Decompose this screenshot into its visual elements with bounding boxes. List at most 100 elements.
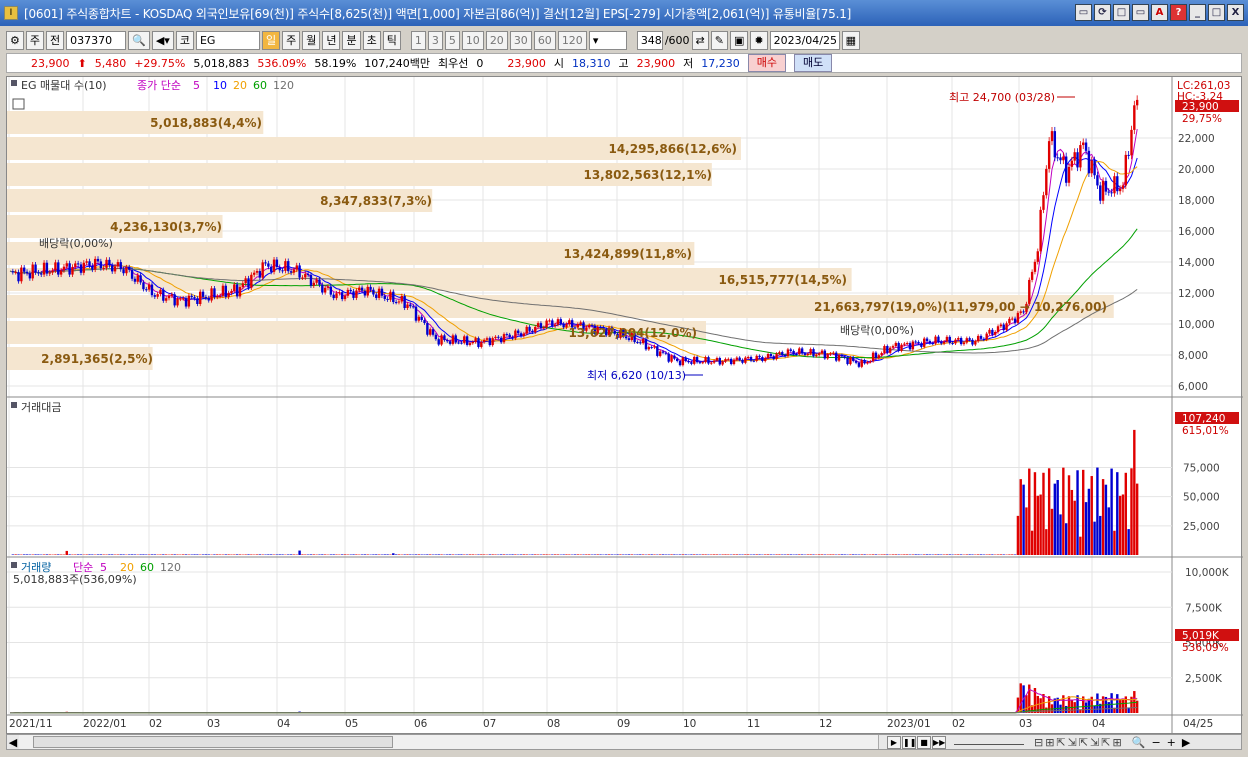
amount-bar	[712, 554, 716, 555]
amount-bar	[204, 554, 208, 555]
candle-body	[170, 294, 174, 296]
amount-bar	[829, 554, 832, 555]
date-input[interactable]: 2023/04/25	[769, 30, 840, 50]
link-icon[interactable]: ▭	[1075, 4, 1092, 21]
minute-120[interactable]: 120	[557, 30, 587, 50]
scroll-right-icon[interactable]: ▶	[1182, 736, 1190, 749]
chart-type-icon[interactable]: ⇄	[691, 30, 709, 50]
font-icon[interactable]: A	[1151, 4, 1168, 21]
candle-body	[931, 343, 934, 345]
candle-body	[93, 258, 97, 270]
candle-body	[769, 354, 773, 357]
candle-body	[111, 265, 114, 272]
help-icon[interactable]: ?	[1170, 4, 1187, 21]
play-icon[interactable]: ▶	[887, 735, 901, 749]
bar-count-input[interactable]: 348	[636, 30, 663, 50]
chart-canvas[interactable]: 22,000 20,000 18,000 16,000 14,000 12,000 10,0…	[7, 77, 1243, 735]
line-tool-icon[interactable]: ✎	[710, 30, 728, 50]
volume-ma-period: 120	[160, 561, 181, 574]
amount-bar	[480, 554, 483, 555]
gear-icon[interactable]: ✹	[750, 30, 768, 50]
candle-body	[948, 336, 951, 343]
minute-1[interactable]: 1	[410, 30, 426, 50]
horizontal-scrollbar[interactable]	[19, 735, 879, 749]
minute-60[interactable]: 60	[533, 30, 556, 50]
minute-10[interactable]: 10	[461, 30, 484, 50]
amount-bar	[363, 554, 367, 555]
candle-body	[76, 263, 80, 265]
interval-day[interactable]: 일	[261, 30, 281, 50]
buy-button[interactable]: 매수	[747, 54, 787, 72]
candle-body	[471, 341, 474, 344]
interval-month[interactable]: 월	[302, 30, 321, 50]
candle-body	[832, 352, 835, 354]
amount-bar	[332, 554, 335, 555]
minute-3[interactable]: 3	[427, 30, 443, 50]
maximize-button[interactable]: □	[1208, 4, 1225, 21]
stock-name-field[interactable]: EG	[195, 30, 260, 50]
close-button[interactable]: X	[1227, 4, 1244, 21]
candle-body	[392, 291, 395, 303]
speaker-icon[interactable]: ◀▾	[151, 30, 174, 50]
stop-icon[interactable]: ■	[917, 735, 931, 749]
candle-body	[201, 291, 205, 297]
amount-bar	[766, 554, 770, 555]
candle-body	[358, 287, 361, 291]
calendar-icon[interactable]: ▦	[841, 30, 860, 50]
candle-body	[738, 357, 741, 360]
minimize-button[interactable]: _	[1189, 4, 1206, 21]
grid-toggle-icon	[12, 98, 25, 110]
settings-icon[interactable]: ⚙	[6, 30, 24, 50]
amount-bar	[732, 554, 736, 555]
window-icon[interactable]: □	[1113, 4, 1130, 21]
candle-body	[448, 341, 452, 344]
scroll-left-icon[interactable]: ◀	[7, 736, 19, 749]
interval-tick[interactable]: 틱	[382, 30, 401, 50]
zoom-out-icon[interactable]: −	[1151, 736, 1160, 749]
amount-bar	[585, 554, 588, 555]
refresh-icon[interactable]: ⟳	[1094, 4, 1111, 21]
zoom-icon[interactable]: 🔍	[1132, 736, 1146, 749]
candle-body	[724, 358, 727, 362]
scroll-thumb[interactable]	[33, 736, 393, 748]
drawing-tools-icon[interactable]: ⊟⊞⇱⇲⇱⇲⇱⊞	[1034, 736, 1124, 749]
fast-forward-icon[interactable]: ▶▶	[932, 735, 946, 749]
interval-second[interactable]: 초	[362, 30, 381, 50]
minute-5[interactable]: 5	[444, 30, 460, 50]
search-icon[interactable]: 🔍	[128, 30, 150, 50]
zoom-in-icon[interactable]: +	[1167, 736, 1176, 749]
candle-body	[900, 344, 903, 351]
xaxis-label: 04/25	[1183, 718, 1213, 730]
candle-body	[142, 282, 145, 290]
interval-week[interactable]: 주	[282, 30, 301, 50]
amount-bar	[715, 554, 719, 555]
candle-body	[647, 347, 651, 350]
chart-area[interactable]: 22,000 20,000 18,000 16,000 14,000 12,000 10,0…	[6, 76, 1243, 735]
amount-bar	[903, 554, 906, 555]
candle-body	[145, 289, 148, 291]
sell-button[interactable]: 매도	[794, 54, 833, 72]
zoom-slider[interactable]	[954, 739, 1024, 745]
period-select[interactable]: 주	[25, 30, 44, 50]
minimize-tray-icon[interactable]: ▭	[1132, 4, 1149, 21]
candle-body	[840, 355, 844, 357]
prev-button[interactable]: 전	[46, 30, 65, 50]
amount-bar	[91, 554, 94, 555]
interval-year[interactable]: 년	[322, 30, 341, 50]
interval-minute[interactable]: 분	[342, 30, 361, 50]
minute-30[interactable]: 30	[509, 30, 532, 50]
amount-bar	[837, 554, 841, 555]
candle-body	[539, 323, 543, 329]
candle-body	[193, 297, 196, 299]
minute-20[interactable]: 20	[485, 30, 508, 50]
stock-code-input[interactable]: 037370	[66, 30, 127, 50]
candle-body	[397, 301, 401, 303]
amount-bar	[468, 554, 472, 555]
candle-body	[275, 259, 279, 268]
custom-interval-select[interactable]: ▾	[588, 30, 627, 50]
xaxis-label: 03	[1019, 718, 1032, 730]
pause-icon[interactable]: ❚❚	[902, 735, 916, 749]
candle-body	[710, 362, 713, 364]
save-icon[interactable]: ▣	[729, 30, 749, 50]
candle-body	[57, 262, 60, 275]
